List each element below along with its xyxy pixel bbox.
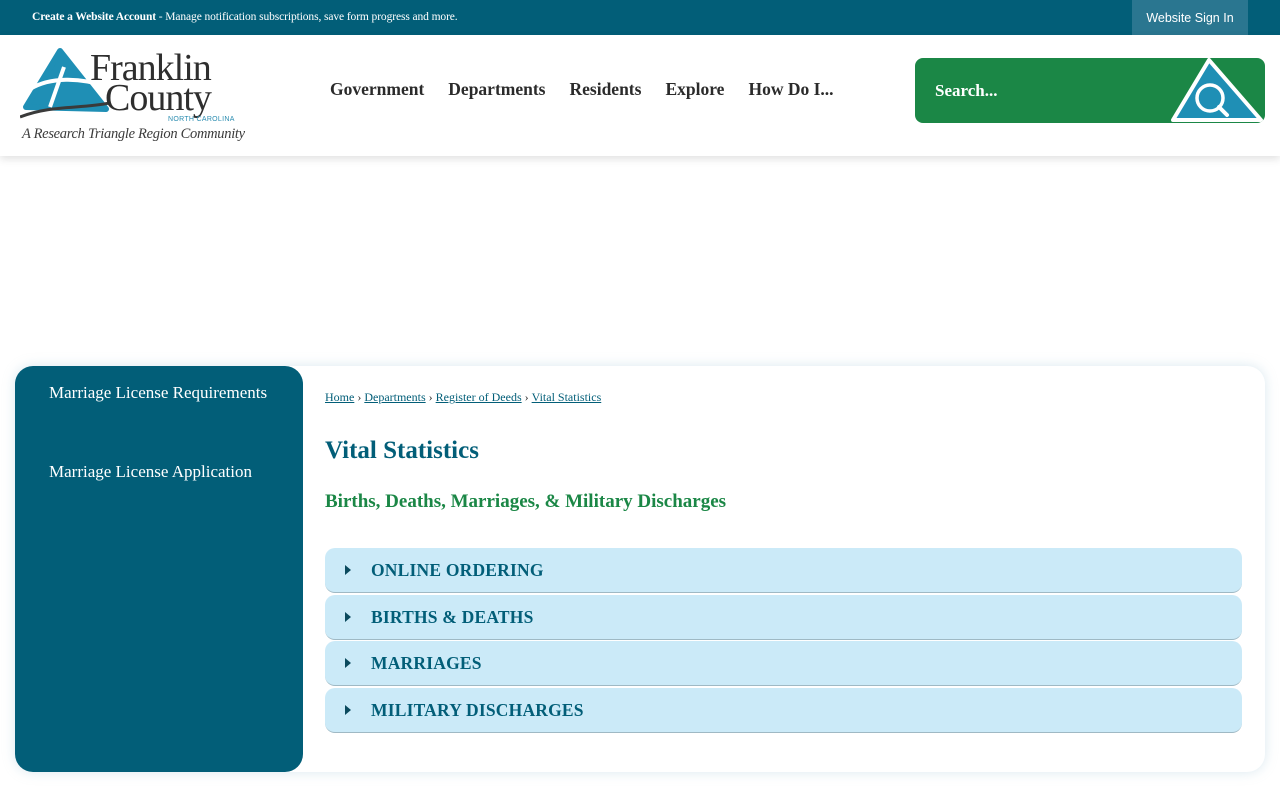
- sidebar: Marriage License Requirements Marriage L…: [15, 366, 303, 772]
- nav-item-how-do-i[interactable]: How Do I...: [736, 79, 845, 100]
- caret-right-icon: [345, 658, 351, 668]
- create-account-description: - Manage notification subscriptions, sav…: [155, 11, 458, 23]
- nav-item-residents[interactable]: Residents: [558, 79, 654, 100]
- search-button[interactable]: [1167, 58, 1265, 123]
- accordion-label: MARRIAGES: [371, 653, 482, 673]
- accordion-military-discharges[interactable]: MILITARY DISCHARGES: [325, 688, 1242, 733]
- breadcrumb-register-of-deeds[interactable]: Register of Deeds: [436, 390, 522, 404]
- search-input[interactable]: [915, 58, 1170, 123]
- nav-item-explore[interactable]: Explore: [653, 79, 736, 100]
- search-box: [915, 58, 1265, 123]
- accordion-births-deaths[interactable]: BIRTHS & DEATHS: [325, 595, 1242, 640]
- logo-county-text: County: [105, 77, 212, 119]
- sidebar-item-marriage-license-application[interactable]: Marriage License Application: [49, 459, 269, 484]
- breadcrumb-vital-statistics[interactable]: Vital Statistics: [532, 390, 602, 404]
- breadcrumb-home[interactable]: Home: [325, 390, 354, 404]
- caret-right-icon: [345, 565, 351, 575]
- franklin-county-logo[interactable]: Franklin County NORTH CAROLINA A Researc…: [20, 47, 245, 147]
- sidebar-item-marriage-license-requirements[interactable]: Marriage License Requirements: [49, 380, 269, 405]
- page-title: Vital Statistics: [325, 437, 479, 464]
- breadcrumb-separator: ›: [357, 390, 362, 404]
- caret-right-icon: [345, 705, 351, 715]
- breadcrumb-separator: ›: [428, 390, 433, 404]
- top-utility-bar: Create a Website Account - Manage notifi…: [0, 0, 1280, 35]
- page-subtitle: Births, Deaths, Marriages, & Military Di…: [325, 491, 727, 512]
- accordion-label: ONLINE ORDERING: [371, 560, 544, 580]
- create-account-text[interactable]: Create a Website Account - Manage notifi…: [32, 11, 458, 23]
- accordion-label: BIRTHS & DEATHS: [371, 607, 534, 627]
- accordion-online-ordering[interactable]: ONLINE ORDERING: [325, 548, 1242, 593]
- caret-right-icon: [345, 612, 351, 622]
- logo-tagline: A Research Triangle Region Community: [22, 126, 245, 142]
- accordion-label: MILITARY DISCHARGES: [371, 700, 584, 720]
- site-header: Franklin County NORTH CAROLINA A Researc…: [0, 35, 1280, 156]
- breadcrumb-separator: ›: [524, 390, 529, 404]
- website-sign-in-button[interactable]: Website Sign In: [1132, 0, 1248, 35]
- breadcrumb-departments[interactable]: Departments: [364, 390, 425, 404]
- breadcrumb: Home › Departments › Register of Deeds › Vital…: [325, 390, 601, 405]
- accordion-marriages[interactable]: MARRIAGES: [325, 641, 1242, 686]
- logo-state-text: NORTH CAROLINA: [168, 116, 235, 123]
- search-icon: [1171, 58, 1263, 122]
- nav-item-government[interactable]: Government: [318, 79, 436, 100]
- nav-item-departments[interactable]: Departments: [436, 79, 557, 100]
- main-navigation: Government Departments Residents Explore…: [318, 79, 846, 100]
- create-account-link[interactable]: Create a Website Account: [32, 11, 156, 23]
